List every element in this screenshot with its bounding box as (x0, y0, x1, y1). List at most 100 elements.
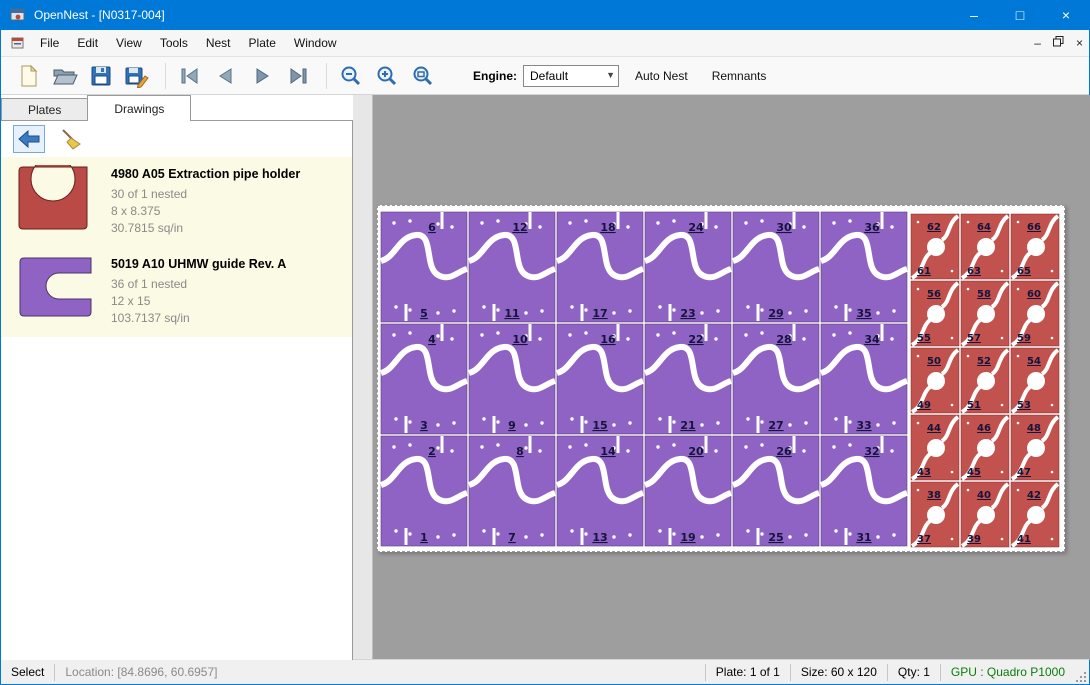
nested-part-pair-red[interactable]: 6665 (1011, 214, 1059, 279)
nested-part-pair-purple[interactable]: 22 21 (645, 324, 731, 434)
part-number[interactable]: 58 (977, 289, 991, 300)
nested-part-pair-red[interactable]: 60 59 (1011, 281, 1059, 346)
nested-part-pair-red[interactable]: 4443 (911, 415, 959, 480)
nested-part-pair-purple[interactable]: 21 (381, 436, 467, 546)
menu-window[interactable]: Window (285, 32, 346, 54)
part-number[interactable]: 56 (927, 289, 941, 300)
maximize-button[interactable]: □ (997, 0, 1043, 30)
save-button[interactable] (85, 61, 117, 91)
remnants-button[interactable]: Remnants (704, 65, 775, 87)
part-number[interactable]: 14 (600, 445, 616, 458)
part-number[interactable]: 27 (768, 419, 783, 432)
nest-canvas[interactable]: 6512111817242330293635431091615222128273… (353, 95, 1090, 660)
part-number[interactable]: 60 (1027, 289, 1041, 300)
part-number[interactable]: 62 (927, 222, 941, 233)
part-number[interactable]: 64 (977, 222, 991, 233)
part-number[interactable]: 19 (680, 531, 695, 544)
part-number[interactable]: 50 (927, 356, 941, 367)
part-number[interactable]: 66 (1027, 222, 1041, 233)
minimize-button[interactable]: – (951, 0, 997, 30)
part-number[interactable]: 20 (688, 445, 704, 458)
part-number[interactable]: 26 (776, 445, 792, 458)
part-number[interactable]: 42 (1027, 490, 1041, 501)
part-number[interactable]: 44 (927, 423, 941, 434)
nested-part-pair-red[interactable]: 62 61 (911, 214, 959, 279)
close-button[interactable]: × (1043, 0, 1089, 30)
nested-part-pair-purple[interactable]: 87 (469, 436, 555, 546)
part-number[interactable]: 35 (856, 307, 871, 320)
nested-part-pair-red[interactable]: 58 57 (961, 281, 1009, 346)
part-number[interactable]: 63 (967, 266, 981, 277)
part-number[interactable]: 33 (856, 419, 871, 432)
part-number[interactable]: 46 (977, 423, 991, 434)
resize-grip[interactable] (1075, 660, 1089, 684)
part-number[interactable]: 5 (420, 307, 428, 320)
part-number[interactable]: 28 (776, 333, 791, 346)
menu-edit[interactable]: Edit (68, 32, 107, 54)
nested-part-pair-purple[interactable]: 1211 (469, 212, 555, 322)
part-number[interactable]: 9 (508, 419, 516, 432)
part-number[interactable]: 7 (508, 531, 516, 544)
nested-part-pair-red[interactable]: 64 63 (961, 214, 1009, 279)
nested-part-pair-purple[interactable]: 36 35 (821, 212, 907, 322)
nested-part-pair-purple[interactable]: 2019 (645, 436, 731, 546)
nested-part-pair-purple[interactable]: 3029 (733, 212, 819, 322)
part-number[interactable]: 49 (917, 400, 931, 411)
part-number[interactable]: 17 (592, 307, 607, 320)
part-number[interactable]: 45 (967, 467, 981, 478)
nested-part-pair-red[interactable]: 4039 (961, 482, 1009, 547)
drawing-item[interactable]: 4980 A05 Extraction pipe holder 30 of 1 … (1, 157, 352, 247)
part-number[interactable]: 29 (768, 307, 783, 320)
menu-view[interactable]: View (107, 32, 151, 54)
nested-part-pair-purple[interactable]: 1817 (557, 212, 643, 322)
part-number[interactable]: 16 (600, 333, 616, 346)
nested-part-pair-red[interactable]: 4847 (1011, 415, 1059, 480)
zoom-fit-button[interactable] (407, 61, 439, 91)
part-number[interactable]: 11 (504, 307, 519, 320)
part-number[interactable]: 8 (516, 445, 524, 458)
menu-tools[interactable]: Tools (151, 32, 197, 54)
mdi-minimize-button[interactable]: – (1034, 38, 1041, 48)
nested-part-pair-purple[interactable]: 2423 (645, 212, 731, 322)
part-number[interactable]: 54 (1027, 356, 1041, 367)
part-number[interactable]: 57 (967, 333, 981, 344)
go-next-button[interactable] (246, 61, 278, 91)
nested-part-pair-red[interactable]: 46 45 (961, 415, 1009, 480)
part-number[interactable]: 22 (688, 333, 703, 346)
part-number[interactable]: 10 (512, 333, 528, 346)
nested-part-pair-red[interactable]: 56 55 (911, 281, 959, 346)
part-number[interactable]: 31 (856, 531, 871, 544)
nested-part-pair-purple[interactable]: 3231 (821, 436, 907, 546)
part-number[interactable]: 21 (680, 419, 695, 432)
part-number[interactable]: 40 (977, 490, 991, 501)
tab-drawings[interactable]: Drawings (87, 95, 191, 121)
part-number[interactable]: 47 (1017, 467, 1031, 478)
new-file-button[interactable] (13, 61, 45, 91)
nested-part-pair-purple[interactable]: 1413 (557, 436, 643, 546)
part-number[interactable]: 61 (917, 266, 931, 277)
nested-part-pair-red[interactable]: 4241 (1011, 482, 1059, 547)
auto-nest-button[interactable]: Auto Nest (627, 65, 696, 87)
part-number[interactable]: 23 (680, 307, 695, 320)
go-previous-button[interactable] (210, 61, 242, 91)
part-number[interactable]: 55 (917, 333, 931, 344)
part-number[interactable]: 51 (967, 400, 981, 411)
nested-part-pair-purple[interactable]: 43 (381, 324, 467, 434)
part-number[interactable]: 15 (592, 419, 607, 432)
mdi-restore-button[interactable] (1053, 36, 1064, 50)
nested-part-pair-purple[interactable]: 1615 (557, 324, 643, 434)
part-number[interactable]: 59 (1017, 333, 1031, 344)
drawing-item[interactable]: 5019 A10 UHMW guide Rev. A 36 of 1 neste… (1, 247, 352, 337)
nested-part-pair-red[interactable]: 5453 (1011, 348, 1059, 413)
zoom-in-button[interactable] (371, 61, 403, 91)
part-number[interactable]: 37 (917, 534, 931, 545)
engine-dropdown[interactable]: Default ▼ (523, 65, 619, 87)
nested-part-pair-purple[interactable]: 3433 (821, 324, 907, 434)
part-number[interactable]: 36 (864, 221, 880, 234)
part-number[interactable]: 6 (428, 221, 436, 234)
clean-button[interactable] (55, 125, 87, 153)
nested-part-pair-red[interactable]: 5251 (961, 348, 1009, 413)
menu-plate[interactable]: Plate (240, 32, 285, 54)
part-number[interactable]: 1 (420, 531, 428, 544)
menu-file[interactable]: File (31, 32, 68, 54)
